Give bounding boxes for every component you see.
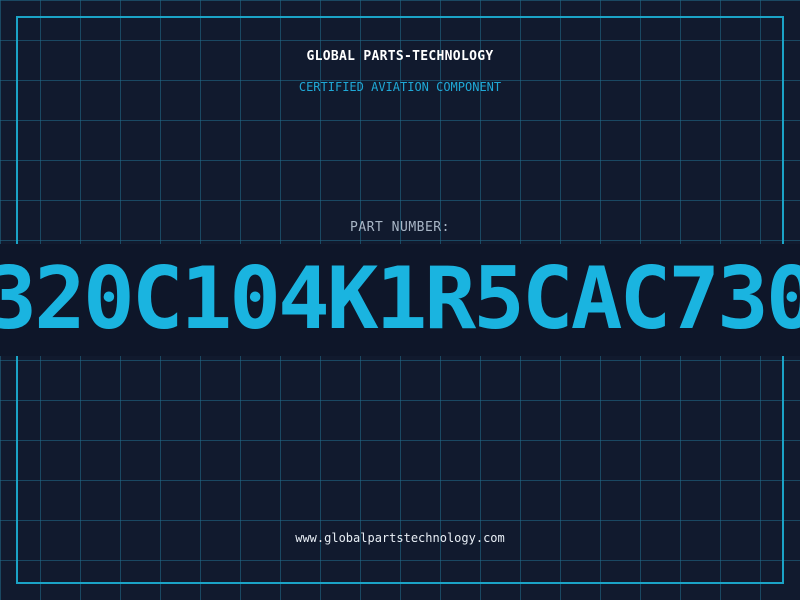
certification-tagline: CERTIFIED AVIATION COMPONENT: [298, 80, 502, 94]
website-url: www.globalpartstechnology.com: [295, 531, 505, 545]
part-number-value: C320C104K1R5CAC7303: [0, 249, 800, 349]
frame-border-top: [16, 16, 784, 18]
frame-border-bottom: [16, 582, 784, 584]
company-title: GLOBAL PARTS-TECHNOLOGY: [306, 49, 494, 64]
certificate-canvas: GLOBAL PARTS-TECHNOLOGY CERTIFIED AVIATI…: [0, 0, 800, 600]
part-number-label: PART NUMBER:: [350, 220, 450, 235]
